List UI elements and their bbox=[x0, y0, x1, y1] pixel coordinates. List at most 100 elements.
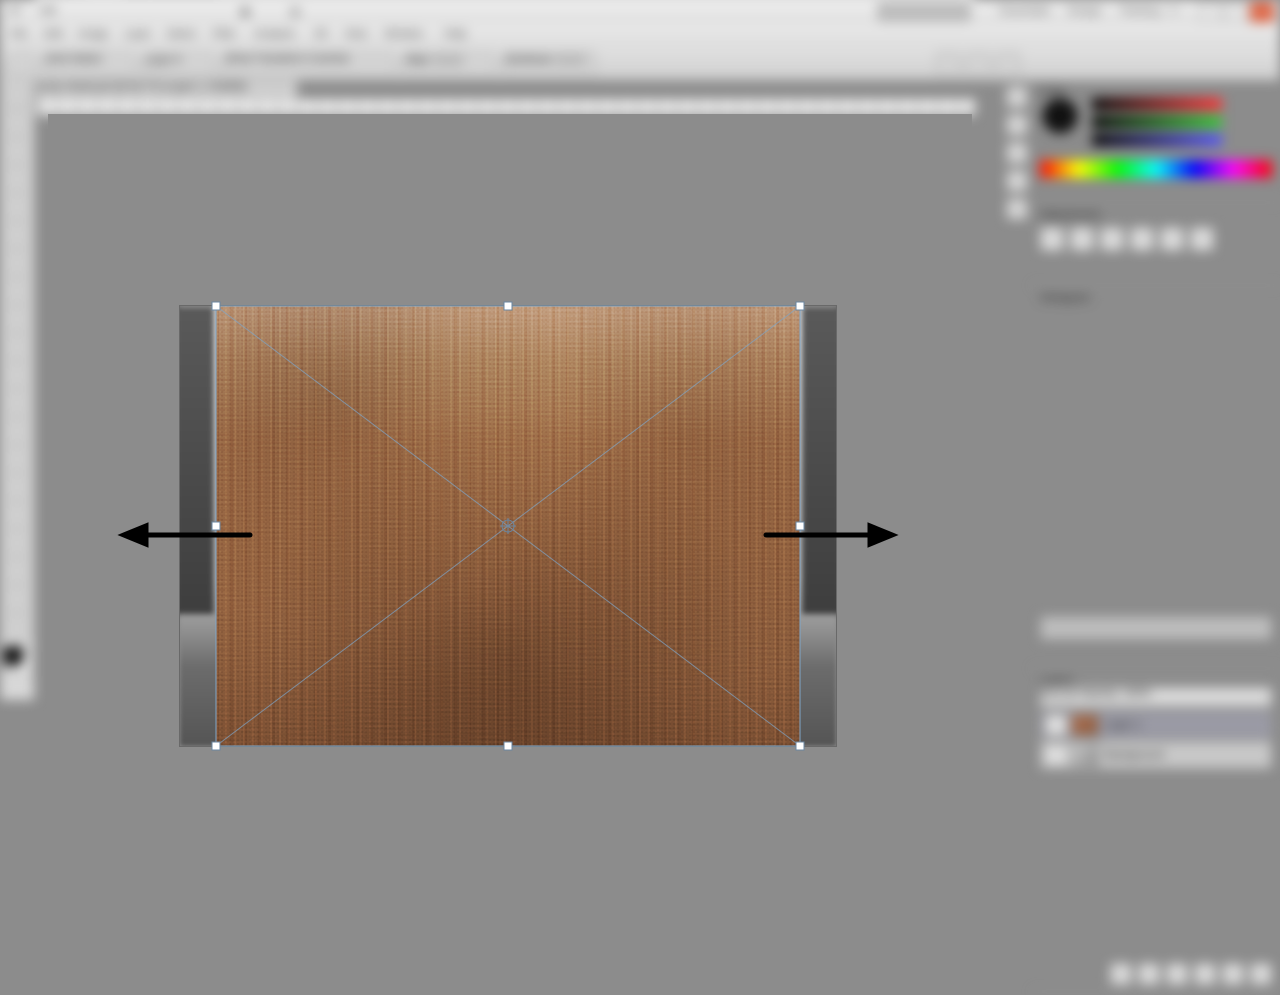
tool-lasso[interactable] bbox=[4, 138, 30, 164]
dock-tab-3[interactable] bbox=[1006, 142, 1028, 164]
options-ricon-2[interactable] bbox=[966, 52, 990, 76]
dock-tab-4[interactable] bbox=[1006, 170, 1028, 192]
tool-dodge[interactable] bbox=[4, 446, 30, 472]
menu-layer[interactable]: Layer bbox=[124, 28, 152, 40]
slider-b[interactable] bbox=[1092, 134, 1222, 146]
tool-history[interactable] bbox=[4, 334, 30, 360]
layer-name[interactable]: Background bbox=[1105, 749, 1271, 761]
menu-select[interactable]: Select bbox=[166, 28, 197, 40]
document-image[interactable] bbox=[180, 306, 836, 746]
ws-design[interactable]: Design bbox=[1068, 5, 1102, 17]
tool-marquee[interactable] bbox=[4, 110, 30, 136]
tool-eraser[interactable] bbox=[4, 362, 30, 388]
menu-help[interactable]: Help bbox=[444, 28, 467, 40]
opt-distribute[interactable]: Distribute ▢▢▢ bbox=[504, 52, 596, 76]
adj-icon-3[interactable] bbox=[1100, 227, 1124, 251]
layers-opacity[interactable]: Opacity: 100% bbox=[1080, 688, 1152, 700]
tool-heal[interactable] bbox=[4, 250, 30, 276]
tool-type[interactable] bbox=[4, 502, 30, 528]
opt-layer-dd[interactable]: Layer ▾ bbox=[144, 52, 216, 76]
dock-tab-2[interactable] bbox=[1006, 114, 1028, 136]
visibility-toggle[interactable] bbox=[1045, 744, 1067, 766]
visibility-toggle[interactable] bbox=[1045, 714, 1067, 736]
mb-badge[interactable]: MB bbox=[40, 5, 57, 17]
menu-analysis[interactable]: Analysis bbox=[254, 28, 295, 40]
menu-filter[interactable]: Filter bbox=[212, 28, 236, 40]
adj-icon-4[interactable] bbox=[1130, 227, 1154, 251]
menu-image[interactable]: Image bbox=[78, 28, 109, 40]
layer-thumb-icon bbox=[1071, 744, 1099, 766]
tool-zoom[interactable] bbox=[4, 614, 30, 640]
layer-row-layer1[interactable]: Layer 1 bbox=[1040, 711, 1272, 739]
tool-brush[interactable] bbox=[4, 278, 30, 304]
tool-shape[interactable] bbox=[4, 558, 30, 584]
layer-row-background[interactable]: Background bbox=[1040, 741, 1272, 769]
adj-icon-5[interactable] bbox=[1160, 227, 1184, 251]
slider-r[interactable] bbox=[1092, 98, 1222, 110]
window-max-button[interactable] bbox=[1224, 2, 1248, 22]
tool-gradient[interactable] bbox=[4, 390, 30, 416]
canvas-area[interactable] bbox=[48, 114, 972, 952]
histogram-panel: Histogram bbox=[1032, 286, 1280, 669]
tool-path[interactable] bbox=[4, 530, 30, 556]
tool-hand[interactable] bbox=[4, 586, 30, 612]
slider-g[interactable] bbox=[1092, 116, 1222, 128]
dock-tab-5[interactable] bbox=[1006, 198, 1028, 220]
adjustments-title: Adjustments bbox=[1040, 209, 1272, 221]
menu-file[interactable]: File bbox=[10, 28, 28, 40]
tool-eyedrop[interactable] bbox=[4, 222, 30, 248]
adj-icon-2[interactable] bbox=[1070, 227, 1094, 251]
color-panel: Color bbox=[1032, 80, 1280, 203]
window-close-button[interactable] bbox=[1250, 2, 1274, 22]
menu-window[interactable]: Window bbox=[384, 28, 423, 40]
ws-more[interactable]: >> bbox=[1167, 5, 1180, 17]
tool-blur[interactable] bbox=[4, 418, 30, 444]
rust-layer[interactable] bbox=[216, 306, 800, 746]
color-swatch[interactable] bbox=[1042, 98, 1078, 134]
arrow-left-icon bbox=[122, 526, 252, 544]
tool-stamp[interactable] bbox=[4, 306, 30, 332]
ws-essentials[interactable]: Essentials bbox=[1000, 5, 1050, 17]
tools-panel bbox=[0, 80, 35, 700]
layer-mask-button[interactable] bbox=[1138, 963, 1160, 985]
layers-blendmode[interactable]: Normal bbox=[1041, 688, 1076, 700]
br-badge[interactable]: Br bbox=[10, 5, 21, 17]
options-bar: Auto-Select Layer ▾ Show Transform Contr… bbox=[0, 46, 1280, 81]
fg-color-swatch[interactable] bbox=[3, 646, 23, 666]
tool-wand[interactable] bbox=[4, 166, 30, 192]
layer-group-button[interactable] bbox=[1194, 963, 1216, 985]
layers-blend-row[interactable]: Normal Opacity: 100% bbox=[1040, 687, 1272, 707]
adj-icon-1[interactable] bbox=[1040, 227, 1064, 251]
menu-view[interactable]: View bbox=[344, 28, 368, 40]
window-min-button[interactable] bbox=[1198, 2, 1222, 22]
tool-crop[interactable] bbox=[4, 194, 30, 220]
tool-pen[interactable] bbox=[4, 474, 30, 500]
document-tab[interactable]: rusty-metal.psd @ 66.7% (Layer 1, RGB/8) bbox=[36, 80, 298, 99]
adj-icon-6[interactable] bbox=[1190, 227, 1214, 251]
layer-adj-button[interactable] bbox=[1166, 963, 1188, 985]
screenmode1[interactable]: ▣ bbox=[240, 5, 250, 18]
search-field[interactable] bbox=[878, 3, 970, 21]
menu-edit[interactable]: Edit bbox=[44, 28, 63, 40]
ws-painting[interactable]: Painting bbox=[1120, 5, 1160, 17]
spectrum-ramp[interactable] bbox=[1040, 160, 1272, 178]
options-tool-icon bbox=[8, 52, 36, 76]
dock-tab-1[interactable] bbox=[1006, 86, 1028, 108]
histogram-title: Histogram bbox=[1040, 292, 1272, 304]
fg-bg-swatch[interactable] bbox=[3, 646, 31, 674]
screenmode2[interactable]: ▤ bbox=[290, 5, 300, 18]
opt-autoselect[interactable]: Auto-Select bbox=[44, 52, 136, 76]
opt-align[interactable]: Align ▢▢▢ bbox=[404, 52, 496, 76]
tool-move[interactable] bbox=[4, 82, 30, 108]
layers-title: Layers bbox=[1040, 675, 1272, 687]
window-titlebar: Br MB ▣ ▤ Essentials Design Painting >> bbox=[0, 0, 1280, 24]
options-ricon-3[interactable] bbox=[996, 52, 1020, 76]
menu-3d[interactable]: 3D bbox=[314, 28, 328, 40]
layer-thumb-icon bbox=[1071, 714, 1099, 736]
opt-showtransform[interactable]: Show Transform Controls bbox=[224, 52, 396, 76]
layer-name[interactable]: Layer 1 bbox=[1105, 719, 1271, 731]
layer-delete-button[interactable] bbox=[1250, 963, 1272, 985]
layer-new-button[interactable] bbox=[1222, 963, 1244, 985]
layer-fx-button[interactable] bbox=[1110, 963, 1132, 985]
options-ricon-1[interactable] bbox=[936, 52, 960, 76]
